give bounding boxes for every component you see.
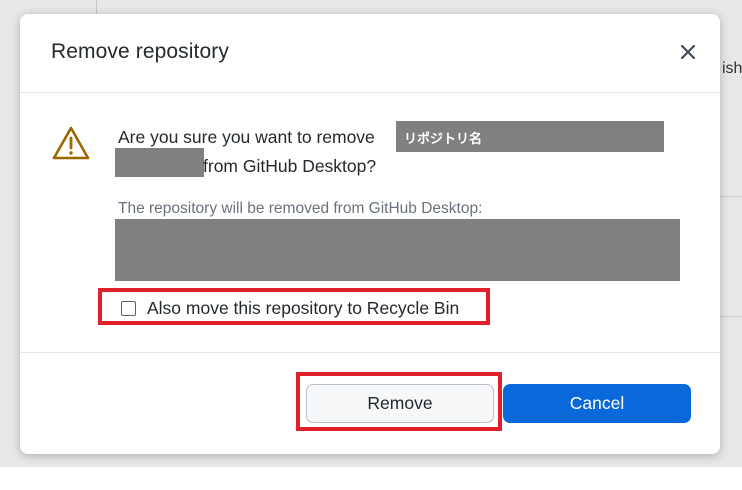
- background-row-divider: [720, 196, 742, 197]
- confirm-message-line1: Are you sure you want to remove: [118, 127, 375, 147]
- background-partial-text: ish: [722, 60, 742, 77]
- dialog-title: Remove repository: [51, 40, 229, 63]
- close-icon: [680, 44, 696, 60]
- repository-name-redacted: リポジトリ名: [396, 121, 664, 152]
- confirm-message-line2: from GitHub Desktop?: [203, 156, 377, 176]
- recycle-bin-option[interactable]: Also move this repository to Recycle Bin: [98, 288, 490, 325]
- repository-path-redacted: [115, 219, 680, 281]
- background-row-divider: [720, 316, 742, 317]
- recycle-bin-checkbox-label[interactable]: Also move this repository to Recycle Bin: [147, 298, 459, 319]
- dialog-header: Remove repository: [20, 14, 720, 93]
- remove-button[interactable]: Remove: [306, 384, 494, 423]
- repository-name-redacted-continuation: [115, 148, 204, 177]
- cancel-button[interactable]: Cancel: [503, 384, 691, 423]
- repository-name: リポジトリ名: [404, 131, 483, 146]
- remove-info-text: The repository will be removed from GitH…: [118, 200, 483, 217]
- recycle-bin-checkbox[interactable]: [121, 301, 136, 316]
- warning-triangle-icon: [51, 125, 91, 161]
- close-button[interactable]: [676, 40, 700, 64]
- remove-repository-dialog: Remove repository Are you sure you want …: [20, 14, 720, 454]
- window-bottom-area: [0, 467, 742, 490]
